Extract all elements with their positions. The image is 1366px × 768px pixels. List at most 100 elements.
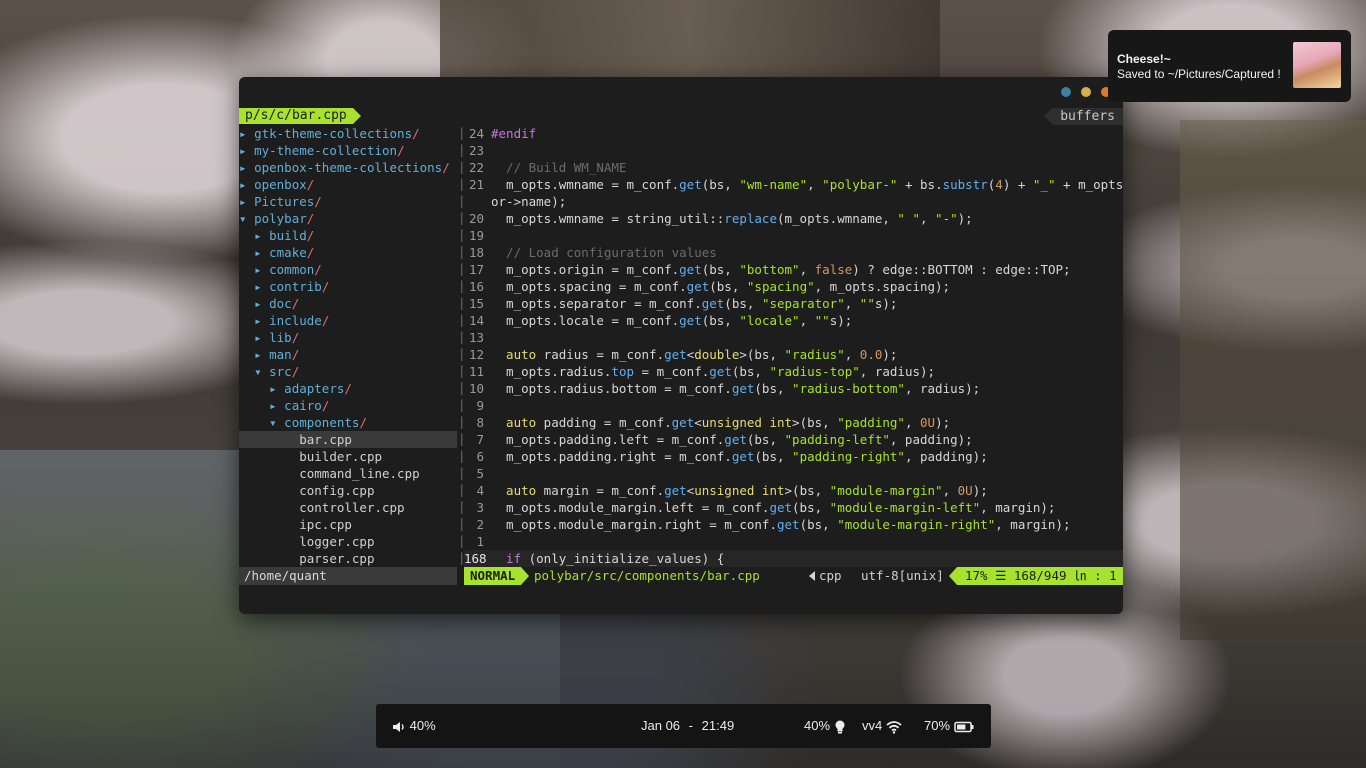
code-line[interactable]: 3 m_opts.module_margin.left = m_conf.get… bbox=[464, 499, 1055, 516]
tree-folder[interactable]: ▸ contrib/ bbox=[239, 278, 457, 295]
tree-file[interactable]: config.cpp bbox=[239, 482, 457, 499]
code-token: >(bs, bbox=[784, 483, 830, 498]
brightness-module[interactable]: 40% bbox=[804, 718, 846, 734]
code-line[interactable]: 20 m_opts.wmname = string_util::replace(… bbox=[464, 210, 973, 227]
battery-module[interactable]: 70% bbox=[924, 718, 974, 734]
code-token: ); bbox=[935, 415, 951, 430]
code-line[interactable]: 19 bbox=[464, 227, 491, 244]
tree-folder[interactable]: ▸ gtk-theme-collections/ bbox=[239, 125, 457, 142]
code-line[interactable]: or->name); bbox=[464, 193, 566, 210]
code-line[interactable]: 23 bbox=[464, 142, 491, 159]
code-line[interactable]: 5 bbox=[464, 465, 491, 482]
clock-module[interactable]: Jan 06 - 21:49 bbox=[641, 718, 734, 734]
window-dot-2[interactable] bbox=[1081, 87, 1091, 97]
code-token: get bbox=[664, 483, 687, 498]
collapsed-arrow-icon[interactable]: ▸ bbox=[239, 143, 254, 158]
code-line[interactable]: 8 auto padding = m_conf.get<unsigned int… bbox=[464, 414, 950, 431]
collapsed-arrow-icon[interactable]: ▸ bbox=[239, 160, 254, 175]
tree-folder[interactable]: ▸ include/ bbox=[239, 312, 457, 329]
tree-folder[interactable]: ▸ openbox/ bbox=[239, 176, 457, 193]
code-line[interactable]: 18 // Load configuration values bbox=[464, 244, 717, 261]
window-dot-1[interactable] bbox=[1061, 87, 1071, 97]
code-token: , radius); bbox=[904, 381, 981, 396]
tree-file[interactable]: bar.cpp bbox=[239, 431, 457, 448]
code-line[interactable]: 16 m_opts.spacing = m_conf.get(bs, "spac… bbox=[464, 278, 950, 295]
code-token: m_opts.radius. bbox=[491, 364, 612, 379]
tree-folder[interactable]: ▸ build/ bbox=[239, 227, 457, 244]
code-line[interactable]: 17 m_opts.origin = m_conf.get(bs, "botto… bbox=[464, 261, 1071, 278]
tree-folder[interactable]: ▸ lib/ bbox=[239, 329, 457, 346]
line-number: 8 bbox=[476, 415, 484, 430]
tree-folder[interactable]: ▸ man/ bbox=[239, 346, 457, 363]
code-line[interactable]: 10 m_opts.radius.bottom = m_conf.get(bs,… bbox=[464, 380, 980, 397]
collapsed-arrow-icon[interactable]: ▸ bbox=[239, 194, 254, 209]
collapsed-arrow-icon[interactable]: ▸ bbox=[254, 262, 269, 277]
titlebar[interactable] bbox=[239, 77, 1123, 107]
tree-item-slash: / bbox=[314, 262, 322, 277]
collapsed-arrow-icon[interactable]: ▸ bbox=[254, 313, 269, 328]
tree-file[interactable]: parser.cpp bbox=[239, 550, 457, 567]
volume-module[interactable]: 40% bbox=[392, 718, 436, 734]
collapsed-arrow-icon[interactable]: ▸ bbox=[254, 347, 269, 362]
tree-file[interactable]: controller.cpp bbox=[239, 499, 457, 516]
code-token: , bbox=[844, 296, 860, 311]
code-line[interactable]: 9 bbox=[464, 397, 491, 414]
code-line[interactable]: 1 bbox=[464, 533, 491, 550]
tree-folder[interactable]: ▸ my-theme-collection/ bbox=[239, 142, 457, 159]
expanded-arrow-icon[interactable]: ▾ bbox=[239, 211, 254, 226]
code-line[interactable]: 24 #endif bbox=[464, 125, 536, 142]
nerdtree-panel[interactable]: p/s/c/bar.cpp ▸ gtk-theme-collections/▸ … bbox=[239, 108, 459, 569]
tree-file[interactable]: command_line.cpp bbox=[239, 465, 457, 482]
code-token: get bbox=[701, 296, 725, 311]
code-line[interactable]: 22 // Build WM_NAME bbox=[464, 159, 627, 176]
expanded-arrow-icon[interactable]: ▾ bbox=[269, 415, 284, 430]
code-line[interactable]: 15 m_opts.separator = m_conf.get(bs, "se… bbox=[464, 295, 898, 312]
battery-value: 70% bbox=[924, 718, 951, 733]
tree-item-slash: / bbox=[306, 211, 315, 226]
tree-folder[interactable]: ▸ cmake/ bbox=[239, 244, 457, 261]
code-line[interactable]: 7 m_opts.padding.left = m_conf.get(bs, "… bbox=[464, 431, 972, 448]
code-line-current[interactable]: 168 if (only_initialize_values) { bbox=[464, 550, 1123, 567]
collapsed-arrow-icon[interactable]: ▸ bbox=[239, 126, 254, 141]
code-line[interactable]: 2 m_opts.module_margin.right = m_conf.ge… bbox=[464, 516, 1070, 533]
code-token: m_opts.spacing = m_conf. bbox=[491, 279, 687, 294]
collapsed-arrow-icon[interactable]: ▸ bbox=[254, 296, 269, 311]
tree-folder[interactable]: ▾ polybar/ bbox=[239, 210, 457, 227]
collapsed-arrow-icon[interactable]: ▸ bbox=[254, 279, 269, 294]
collapsed-arrow-icon[interactable]: ▸ bbox=[269, 398, 284, 413]
collapsed-arrow-icon[interactable]: ▸ bbox=[269, 381, 284, 396]
tree-folder[interactable]: ▾ src/ bbox=[239, 363, 457, 380]
tree-item-slash: / bbox=[321, 398, 330, 413]
tree-folder[interactable]: ▸ adapters/ bbox=[239, 380, 457, 397]
code-line[interactable]: 11 m_opts.radius.top = m_conf.get(bs, "r… bbox=[464, 363, 935, 380]
line-number: 12 bbox=[468, 347, 484, 362]
tree-folder[interactable]: ▾ components/ bbox=[239, 414, 457, 431]
code-line[interactable]: 6 m_opts.padding.right = m_conf.get(bs, … bbox=[464, 448, 987, 465]
tree-folder[interactable]: ▸ openbox-theme-collections/ bbox=[239, 159, 457, 176]
code-line[interactable]: 14 m_opts.locale = m_conf.get(bs, "local… bbox=[464, 312, 852, 329]
notification-popup[interactable]: Cheese!~ Saved to ~/Pictures/Captured ! bbox=[1108, 30, 1351, 102]
buffers-tab[interactable]: buffers bbox=[1044, 108, 1123, 125]
tree-folder[interactable]: ▸ common/ bbox=[239, 261, 457, 278]
tree-folder[interactable]: ▸ cairo/ bbox=[239, 397, 457, 414]
code-line[interactable]: 13 bbox=[464, 329, 491, 346]
collapsed-arrow-icon[interactable]: ▸ bbox=[254, 330, 269, 345]
network-module[interactable]: vv4 bbox=[862, 718, 902, 734]
tree-folder[interactable]: ▸ doc/ bbox=[239, 295, 457, 312]
tree-file[interactable]: ipc.cpp bbox=[239, 516, 457, 533]
code-line[interactable]: 21 m_opts.wmname = m_conf.get(bs, "wm-na… bbox=[464, 176, 1123, 193]
collapsed-arrow-icon[interactable]: ▸ bbox=[254, 245, 269, 260]
code-line[interactable]: 4 auto margin = m_conf.get<unsigned int>… bbox=[464, 482, 987, 499]
tree-file[interactable]: builder.cpp bbox=[239, 448, 457, 465]
volume-value: 40% bbox=[409, 718, 436, 733]
terminal-window[interactable]: p/s/c/bar.cpp ▸ gtk-theme-collections/▸ … bbox=[239, 77, 1123, 614]
code-token: (bs, bbox=[754, 381, 793, 396]
editor-pane[interactable]: buffers 24 #endif 23 22 // Build WM_NAME 21 … bbox=[464, 108, 1123, 569]
tree-folder[interactable]: ▸ Pictures/ bbox=[239, 193, 457, 210]
collapsed-arrow-icon[interactable]: ▸ bbox=[254, 228, 269, 243]
code-line[interactable]: 12 auto radius = m_conf.get<double>(bs, … bbox=[464, 346, 898, 363]
tree-file[interactable]: logger.cpp bbox=[239, 533, 457, 550]
collapsed-arrow-icon[interactable]: ▸ bbox=[239, 177, 254, 192]
expanded-arrow-icon[interactable]: ▾ bbox=[254, 364, 269, 379]
code-token: #endif bbox=[491, 126, 537, 141]
